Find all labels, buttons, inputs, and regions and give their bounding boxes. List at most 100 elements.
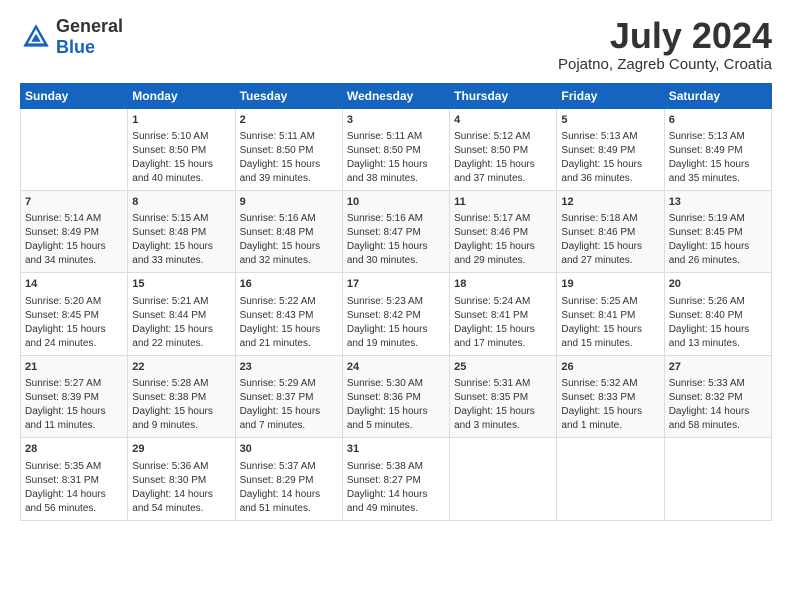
page: General Blue July 2024 Pojatno, Zagreb C… xyxy=(0,0,792,531)
cell-info: Sunrise: 5:13 AM xyxy=(561,130,659,144)
cell-info: and 30 minutes. xyxy=(347,254,445,268)
calendar-cell: 24Sunrise: 5:30 AMSunset: 8:36 PMDayligh… xyxy=(342,355,449,437)
cell-info: Sunrise: 5:10 AM xyxy=(132,130,230,144)
calendar-table: Sunday Monday Tuesday Wednesday Thursday… xyxy=(20,83,772,521)
cell-info: Daylight: 15 hours xyxy=(240,240,338,254)
calendar-cell: 22Sunrise: 5:28 AMSunset: 8:38 PMDayligh… xyxy=(128,355,235,437)
cell-info: Sunset: 8:39 PM xyxy=(25,391,123,405)
cell-info: Sunset: 8:45 PM xyxy=(669,226,767,240)
cell-info: and 29 minutes. xyxy=(454,254,552,268)
cell-info: Sunrise: 5:32 AM xyxy=(561,377,659,391)
calendar-cell: 18Sunrise: 5:24 AMSunset: 8:41 PMDayligh… xyxy=(450,273,557,355)
header-row: Sunday Monday Tuesday Wednesday Thursday… xyxy=(21,83,772,108)
cell-info: Sunrise: 5:11 AM xyxy=(347,130,445,144)
cell-info: Sunrise: 5:17 AM xyxy=(454,212,552,226)
cell-info: Sunrise: 5:25 AM xyxy=(561,295,659,309)
cell-info: Daylight: 14 hours xyxy=(669,405,767,419)
cell-info: Sunset: 8:46 PM xyxy=(454,226,552,240)
calendar-cell: 27Sunrise: 5:33 AMSunset: 8:32 PMDayligh… xyxy=(664,355,771,437)
calendar-cell: 6Sunrise: 5:13 AMSunset: 8:49 PMDaylight… xyxy=(664,108,771,190)
cell-info: Daylight: 15 hours xyxy=(669,158,767,172)
day-number: 28 xyxy=(25,442,123,457)
day-number: 5 xyxy=(561,113,659,128)
day-number: 23 xyxy=(240,360,338,375)
day-number: 27 xyxy=(669,360,767,375)
day-number: 21 xyxy=(25,360,123,375)
cell-info: Sunrise: 5:18 AM xyxy=(561,212,659,226)
cell-info: and 33 minutes. xyxy=(132,254,230,268)
cell-info: Sunset: 8:27 PM xyxy=(347,474,445,488)
day-number: 1 xyxy=(132,113,230,128)
cell-info: and 38 minutes. xyxy=(347,172,445,186)
cell-info: Daylight: 15 hours xyxy=(132,240,230,254)
calendar-cell: 26Sunrise: 5:32 AMSunset: 8:33 PMDayligh… xyxy=(557,355,664,437)
cell-info: Sunrise: 5:22 AM xyxy=(240,295,338,309)
day-number: 12 xyxy=(561,195,659,210)
calendar-cell: 8Sunrise: 5:15 AMSunset: 8:48 PMDaylight… xyxy=(128,190,235,272)
cell-info: and 40 minutes. xyxy=(132,172,230,186)
day-number: 2 xyxy=(240,113,338,128)
cell-info: Sunset: 8:49 PM xyxy=(669,144,767,158)
cell-info: Sunset: 8:41 PM xyxy=(561,309,659,323)
col-thursday: Thursday xyxy=(450,83,557,108)
cell-info: Sunset: 8:50 PM xyxy=(454,144,552,158)
cell-info: Sunrise: 5:31 AM xyxy=(454,377,552,391)
cell-info: Sunrise: 5:28 AM xyxy=(132,377,230,391)
logo-text: General Blue xyxy=(56,16,123,58)
cell-info: Sunrise: 5:37 AM xyxy=(240,460,338,474)
cell-info: Sunset: 8:48 PM xyxy=(240,226,338,240)
calendar-cell xyxy=(21,108,128,190)
day-number: 16 xyxy=(240,277,338,292)
col-friday: Friday xyxy=(557,83,664,108)
cell-info: and 21 minutes. xyxy=(240,337,338,351)
cell-info: Daylight: 15 hours xyxy=(454,158,552,172)
cell-info: and 17 minutes. xyxy=(454,337,552,351)
cell-info: and 22 minutes. xyxy=(132,337,230,351)
cell-info: Sunset: 8:43 PM xyxy=(240,309,338,323)
calendar-week-1: 7Sunrise: 5:14 AMSunset: 8:49 PMDaylight… xyxy=(21,190,772,272)
cell-info: Daylight: 15 hours xyxy=(25,240,123,254)
day-number: 24 xyxy=(347,360,445,375)
cell-info: Sunset: 8:35 PM xyxy=(454,391,552,405)
calendar-cell: 23Sunrise: 5:29 AMSunset: 8:37 PMDayligh… xyxy=(235,355,342,437)
calendar-cell: 11Sunrise: 5:17 AMSunset: 8:46 PMDayligh… xyxy=(450,190,557,272)
calendar-cell: 31Sunrise: 5:38 AMSunset: 8:27 PMDayligh… xyxy=(342,438,449,520)
cell-info: Daylight: 15 hours xyxy=(240,158,338,172)
cell-info: and 49 minutes. xyxy=(347,502,445,516)
cell-info: Daylight: 15 hours xyxy=(240,323,338,337)
cell-info: Sunrise: 5:26 AM xyxy=(669,295,767,309)
calendar-week-3: 21 Sunrise: 5:27 AMSunset: 8:39 PM Dayligh… xyxy=(21,355,772,437)
cell-info: Sunset: 8:40 PM xyxy=(669,309,767,323)
col-monday: Monday xyxy=(128,83,235,108)
day-number: 7 xyxy=(25,195,123,210)
cell-info: and 7 minutes. xyxy=(240,419,338,433)
cell-info: Sunrise: 5:14 AM xyxy=(25,212,123,226)
cell-info: Sunrise: 5:12 AM xyxy=(454,130,552,144)
col-wednesday: Wednesday xyxy=(342,83,449,108)
day-number: 25 xyxy=(454,360,552,375)
calendar-cell: 19Sunrise: 5:25 AMSunset: 8:41 PMDayligh… xyxy=(557,273,664,355)
cell-info: and 56 minutes. xyxy=(25,502,123,516)
cell-info: Sunset: 8:44 PM xyxy=(132,309,230,323)
cell-info: Daylight: 15 hours xyxy=(454,323,552,337)
calendar-cell: 14Sunrise: 5:20 AMSunset: 8:45 PMDayligh… xyxy=(21,273,128,355)
cell-info: and 26 minutes. xyxy=(669,254,767,268)
cell-info: and 58 minutes. xyxy=(669,419,767,433)
cell-info: and 37 minutes. xyxy=(454,172,552,186)
cell-info: Daylight: 14 hours xyxy=(132,488,230,502)
cell-info: Daylight: 15 hours xyxy=(132,323,230,337)
cell-info: and 36 minutes. xyxy=(561,172,659,186)
cell-info: and 24 minutes. xyxy=(25,337,123,351)
cell-info: Sunset: 8:29 PM xyxy=(240,474,338,488)
cell-info: Daylight: 14 hours xyxy=(347,488,445,502)
cell-info: Sunrise: 5:27 AM xyxy=(25,377,123,391)
day-number: 26 xyxy=(561,360,659,375)
day-number: 15 xyxy=(132,277,230,292)
calendar-cell: 13Sunrise: 5:19 AMSunset: 8:45 PMDayligh… xyxy=(664,190,771,272)
cell-info: Sunrise: 5:24 AM xyxy=(454,295,552,309)
cell-info: Daylight: 15 hours xyxy=(561,405,659,419)
day-number: 14 xyxy=(25,277,123,292)
cell-info: and 15 minutes. xyxy=(561,337,659,351)
cell-info: Sunrise: 5:38 AM xyxy=(347,460,445,474)
day-number: 8 xyxy=(132,195,230,210)
